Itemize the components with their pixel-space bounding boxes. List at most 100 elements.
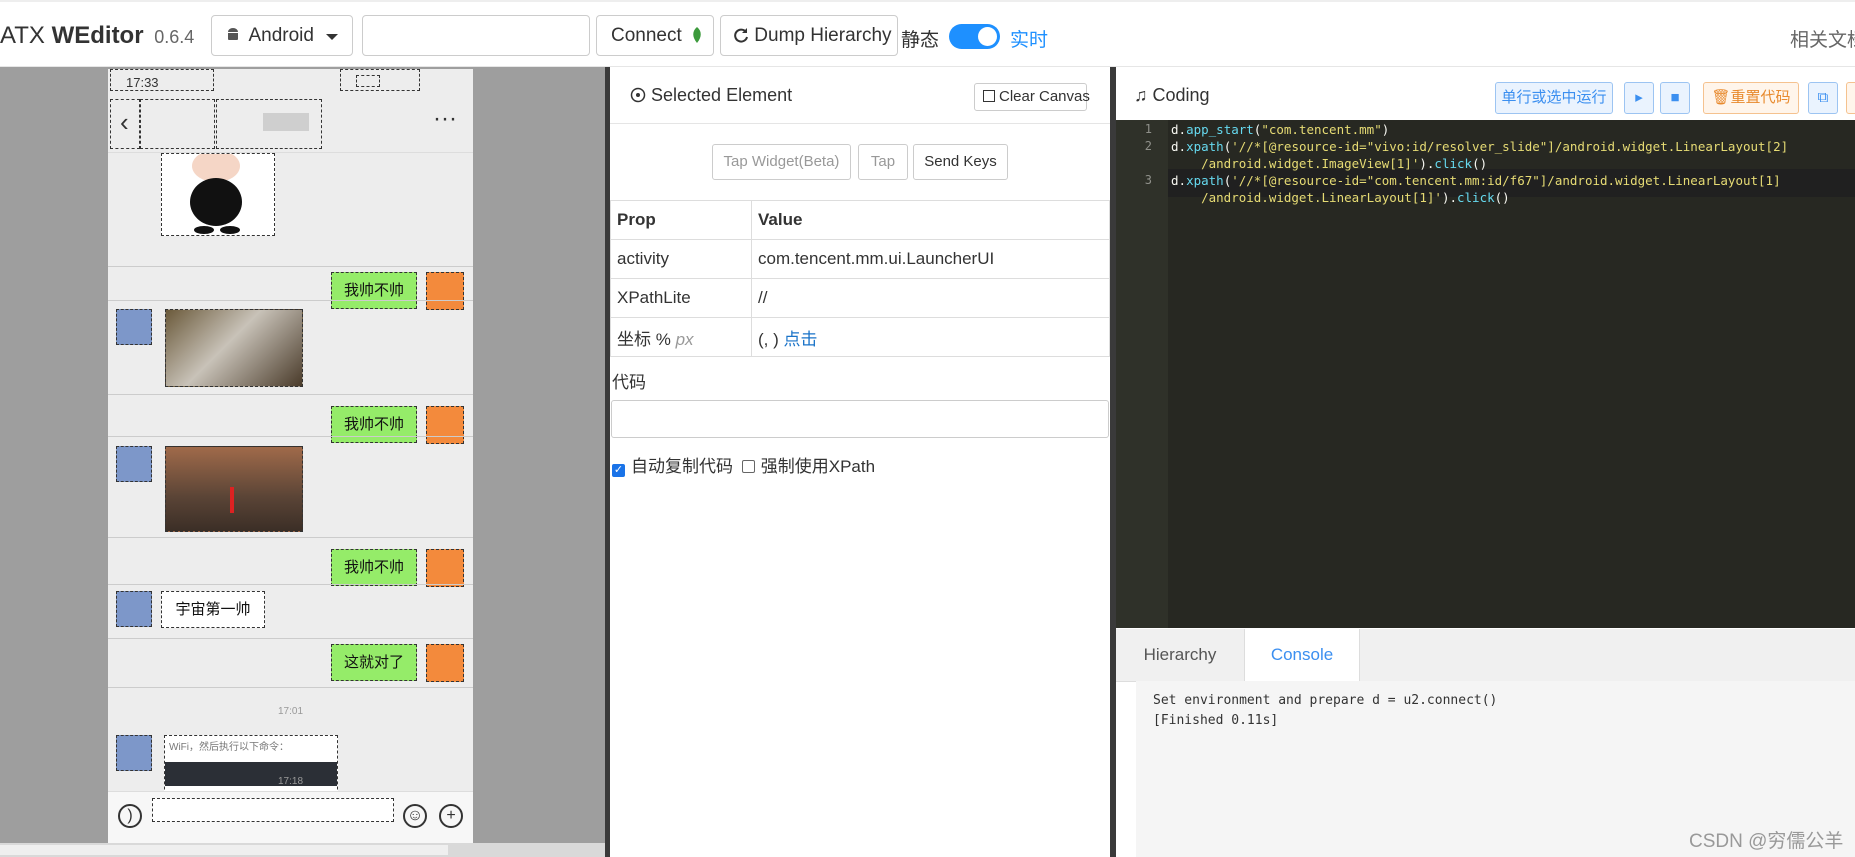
tab-hierarchy[interactable]: Hierarchy — [1116, 629, 1244, 681]
coding-label: Coding — [1152, 85, 1210, 105]
coding-title: ♫ Coding — [1134, 85, 1210, 106]
copy-icon[interactable]: ⧉ — [1808, 82, 1838, 114]
voice-icon[interactable]: ) — [118, 804, 142, 828]
brand-prefix: ATX — [0, 22, 45, 49]
time-separator: 17:18 — [277, 776, 304, 787]
contact-avatar[interactable] — [116, 446, 152, 482]
code-editor[interactable]: 1 2 3 d.app_start("com.tencent.mm") d.xp… — [1116, 120, 1855, 628]
android-icon — [226, 28, 244, 45]
device-address-input[interactable] — [362, 15, 590, 56]
divider — [610, 123, 1110, 124]
selected-element-title: Selected Element — [630, 85, 792, 106]
send-keys-button[interactable]: Send Keys — [913, 144, 1008, 180]
play-icon[interactable]: ▸ — [1624, 82, 1654, 114]
stop-icon[interactable]: ■ — [1660, 82, 1690, 114]
my-avatar[interactable] — [426, 272, 464, 310]
contact-avatar[interactable] — [116, 309, 152, 345]
chevron-down-icon — [326, 34, 338, 40]
tap-widget-button[interactable]: Tap Widget(Beta) — [712, 144, 851, 180]
coord-prop-label: 坐标 % — [617, 329, 671, 349]
app-version: 0.6.4 — [154, 27, 195, 47]
contact-avatar[interactable] — [116, 591, 152, 627]
tap-button[interactable]: Tap — [858, 144, 908, 180]
chat-bubble-received[interactable]: 宇宙第一帅 — [161, 591, 265, 628]
refresh-icon — [733, 25, 754, 46]
reset-code-label: 重置代码 — [1730, 89, 1791, 106]
device-screenshot[interactable]: 17:33 ‹ ··· 我帅不帅 我帅不帅 我帅不帅 宇宙第一帅 这就对了 17… — [108, 69, 473, 844]
chat-header: ‹ ··· — [108, 97, 473, 153]
card-message-text: WiFi，然后执行以下命令： — [169, 742, 289, 753]
coord-value: (, ) — [758, 329, 779, 349]
table-row: 坐标 % px (, ) 点击 — [610, 317, 1110, 357]
force-xpath-checkbox[interactable] — [741, 460, 755, 473]
sticker-message[interactable] — [161, 153, 275, 236]
value-column-header: Value — [751, 200, 1110, 240]
chat-input-bar: ) ☺ + — [108, 791, 473, 844]
clear-canvas-button[interactable]: Clear Canvas — [974, 83, 1090, 111]
scrollbar-thumb[interactable] — [0, 845, 448, 855]
value-cell: // — [751, 278, 1110, 318]
coord-unit-label[interactable]: px — [676, 330, 694, 349]
chat-bubble-sent[interactable]: 我帅不帅 — [331, 272, 417, 309]
docs-link[interactable]: 相关文档 — [1790, 25, 1855, 52]
prop-cell: activity — [610, 239, 752, 279]
contact-name-blurred — [263, 113, 309, 131]
my-avatar[interactable] — [426, 549, 464, 587]
brand-name: WEditor — [51, 22, 144, 49]
table-header-row: Prop Value — [610, 200, 1110, 240]
car-stripe — [230, 487, 234, 513]
code-line: /android.widget.ImageView[1]').click() — [1171, 156, 1488, 171]
my-avatar[interactable] — [426, 644, 464, 682]
more-options-icon[interactable]: ··· — [433, 105, 457, 133]
tab-console[interactable]: Console — [1244, 629, 1360, 681]
prop-cell: XPathLite — [610, 278, 752, 318]
battery-icon — [356, 75, 380, 87]
divider — [108, 584, 473, 585]
auto-copy-checkbox[interactable]: ✓ — [612, 464, 625, 477]
clear-canvas-label: Clear Canvas — [999, 88, 1090, 105]
panda-sticker-icon — [190, 154, 242, 234]
extra-button[interactable] — [1846, 82, 1855, 114]
image-message-car[interactable] — [165, 309, 303, 387]
run-line-button[interactable]: 单行或选中运行 — [1495, 82, 1613, 114]
table-row: activity com.tencent.mm.ui.LauncherUI — [610, 239, 1110, 279]
chat-bubble-sent[interactable]: 我帅不帅 — [331, 549, 417, 586]
dump-hierarchy-button[interactable]: Dump Hierarchy — [720, 15, 898, 56]
line-number: 1 — [1144, 122, 1152, 136]
image-message-supercar[interactable] — [165, 446, 303, 532]
bottom-tabs: Hierarchy Console — [1116, 629, 1855, 682]
connect-label: Connect — [611, 25, 682, 46]
emoji-icon[interactable]: ☺ — [403, 804, 427, 828]
divider — [108, 394, 473, 395]
plus-icon[interactable]: + — [439, 804, 463, 828]
divider — [108, 436, 473, 437]
options-row: ✓ 自动复制代码 强制使用XPath — [612, 452, 875, 477]
contact-avatar[interactable] — [116, 735, 152, 771]
platform-label: Android — [248, 25, 314, 46]
properties-table: Prop Value activity com.tencent.mm.ui.La… — [610, 200, 1110, 357]
music-note-icon: ♫ — [1134, 85, 1148, 105]
value-cell: com.tencent.mm.ui.LauncherUI — [751, 239, 1110, 279]
element-outline — [340, 69, 420, 91]
connect-button[interactable]: Connect — [596, 15, 714, 56]
divider — [108, 638, 473, 639]
horizontal-scrollbar[interactable] — [0, 843, 605, 857]
crosshair-icon — [630, 85, 651, 105]
platform-select[interactable]: Android — [211, 15, 353, 56]
phone-status-bar: 17:33 — [108, 69, 473, 97]
value-cell: (, ) 点击 — [751, 317, 1110, 357]
element-outline — [110, 99, 140, 149]
chat-bubble-sent[interactable]: 这就对了 — [331, 644, 417, 681]
code-label: 代码 — [612, 373, 646, 392]
chat-bubble-sent[interactable]: 我帅不帅 — [331, 406, 417, 443]
divider — [108, 266, 473, 267]
line-number: 3 — [1144, 173, 1152, 187]
code-line: d.xpath('//*[@resource-id="com.tencent.m… — [1171, 173, 1781, 188]
live-mode-toggle[interactable] — [949, 24, 1000, 49]
reset-code-button[interactable]: 🗑重置代码 — [1703, 82, 1799, 114]
my-avatar[interactable] — [426, 406, 464, 444]
coord-click-link[interactable]: 点击 — [784, 330, 818, 349]
generated-code-input[interactable] — [611, 400, 1109, 438]
code-line: d.app_start("com.tencent.mm") — [1171, 122, 1390, 137]
chat-text-input[interactable] — [152, 798, 394, 822]
